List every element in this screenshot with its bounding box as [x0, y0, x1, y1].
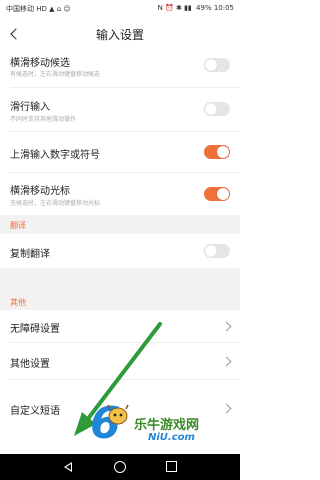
system-indicators: N ⏰ ✱ ▮▮ 49% 10:05	[158, 4, 234, 12]
toggle-knob	[205, 59, 217, 71]
setting-copy-translate[interactable]: 复制翻译	[0, 234, 240, 268]
setting-swipe-up-numbers[interactable]: 上滑输入数字或符号	[0, 132, 240, 172]
carrier-label: 中国移动	[6, 5, 34, 13]
chevron-right-icon	[221, 356, 232, 367]
watermark: 6 乐牛游戏网 NiU.com	[88, 398, 238, 454]
setting-label: 复制翻译	[10, 249, 50, 260]
setting-horizontal-candidate[interactable]: 横滑移动候选 有候选时，左右滑动键盘移动候选	[0, 51, 240, 87]
toggle-knob	[217, 188, 229, 200]
nav-back-icon[interactable]	[64, 462, 72, 472]
nav-recents-icon[interactable]	[166, 461, 177, 472]
setting-horizontal-cursor[interactable]: 横滑移动光标 无候选时，左右滑动键盘移动光标	[0, 173, 240, 215]
system-nav-bar	[0, 454, 240, 480]
network-icons: HD ▲ ⌂ ☺	[36, 5, 71, 13]
watermark-url: NiU.com	[148, 432, 195, 443]
section-header-other: 其他	[0, 268, 240, 310]
setting-label: 横滑移动候选	[10, 58, 70, 69]
horizontal-cursor-toggle[interactable]	[204, 187, 230, 201]
nav-item-label: 自定义短语	[10, 406, 60, 417]
section-title: 其他	[10, 298, 26, 307]
setting-label: 上滑输入数字或符号	[10, 150, 100, 161]
setting-description: 有候选时，左右滑动键盘移动候选	[10, 71, 101, 78]
horizontal-candidate-toggle[interactable]	[204, 58, 230, 72]
copy-translate-toggle[interactable]	[204, 244, 230, 258]
status-bar: 中国移动 HD ▲ ⌂ ☺ N ⏰ ✱ ▮▮ 49% 10:05	[0, 0, 240, 17]
nav-home-icon[interactable]	[114, 461, 126, 473]
swipe-up-numbers-toggle[interactable]	[204, 145, 230, 159]
nav-item-label: 其他设置	[10, 359, 50, 370]
toggle-knob	[217, 146, 229, 158]
setting-label: 横滑移动光标	[10, 186, 70, 197]
carrier-group: 中国移动 HD ▲ ⌂ ☺	[6, 4, 73, 14]
signal-icons: N ⏰ ✱ ▮▮	[157, 4, 192, 12]
title-bar: 输入设置	[0, 17, 240, 51]
setting-description: 不同时支持其他滑动操作	[10, 116, 77, 123]
swipe-input-toggle[interactable]	[204, 102, 230, 116]
toggle-knob	[205, 103, 217, 115]
chevron-right-icon	[221, 321, 232, 332]
battery-level: 49%	[196, 4, 212, 12]
cow-mascot-icon	[107, 404, 129, 425]
nav-item-label: 无障碍设置	[10, 324, 60, 335]
watermark-brand: 乐牛游戏网	[134, 418, 200, 433]
clock: 10:05	[213, 4, 234, 12]
setting-label: 滑行输入	[10, 102, 50, 113]
section-header-translation: 翻译	[0, 215, 240, 234]
setting-description: 无候选时，左右滑动键盘移动光标	[10, 200, 101, 207]
toggle-knob	[205, 245, 217, 257]
setting-swipe-input[interactable]: 滑行输入 不同时支持其他滑动操作	[0, 88, 240, 131]
page-title: 输入设置	[95, 28, 144, 42]
section-title: 翻译	[10, 221, 26, 230]
